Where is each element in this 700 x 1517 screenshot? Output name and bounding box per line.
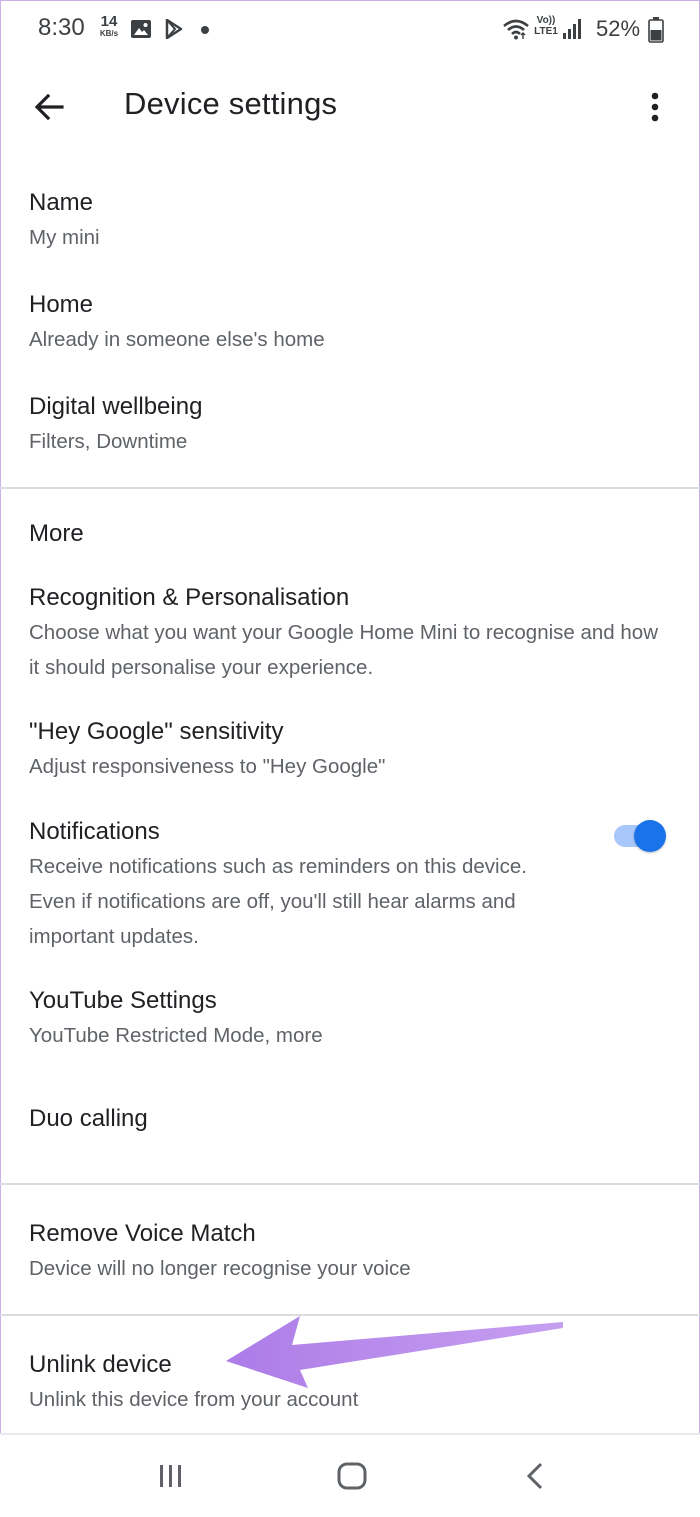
volte-label-top: Vo)): [536, 15, 556, 26]
gallery-icon: [131, 20, 151, 38]
setting-remove-voice-match-subtitle: Device will no longer recognise your voi…: [29, 1257, 411, 1280]
setting-duo-calling-title: Duo calling: [29, 1105, 148, 1132]
divider: [0, 1314, 700, 1316]
setting-digital-wellbeing[interactable]: Digital wellbeing Filters, Downtime: [29, 390, 671, 459]
setting-youtube-subtitle: YouTube Restricted Mode, more: [29, 1024, 323, 1047]
more-vert-icon: [651, 92, 659, 122]
setting-remove-voice-match-title: Remove Voice Match: [29, 1220, 256, 1247]
setting-name[interactable]: Name My mini: [29, 186, 671, 255]
setting-hey-google-sensitivity[interactable]: "Hey Google" sensitivity Adjust responsi…: [29, 715, 671, 784]
nav-back-button[interactable]: [505, 1455, 565, 1497]
setting-recognition-subtitle: Choose what you want your Google Home Mi…: [29, 621, 659, 679]
signal-icon: [563, 19, 581, 39]
status-bar: 8:30 14 KB/s Vo)) LTE1 52%: [0, 0, 700, 62]
setting-digital-wellbeing-subtitle: Filters, Downtime: [29, 430, 188, 453]
setting-hey-google-title: "Hey Google" sensitivity: [29, 718, 284, 745]
system-nav-bar: [0, 1433, 700, 1517]
setting-digital-wellbeing-title: Digital wellbeing: [29, 393, 203, 420]
recents-icon: [160, 1465, 181, 1487]
divider: [0, 487, 700, 489]
setting-notifications-title: Notifications: [29, 818, 160, 845]
setting-name-title: Name: [29, 189, 94, 216]
page-title: Device settings: [124, 86, 338, 121]
battery-icon: [648, 17, 664, 43]
notifications-toggle[interactable]: [612, 820, 668, 852]
notification-dot-icon: [201, 26, 209, 34]
setting-unlink-device[interactable]: Unlink device Unlink this device from yo…: [29, 1348, 671, 1417]
setting-notifications-subtitle: Receive notifications such as reminders …: [29, 855, 527, 948]
setting-youtube-title: YouTube Settings: [29, 987, 217, 1014]
setting-recognition-personalisation[interactable]: Recognition & Personalisation Choose wha…: [29, 581, 671, 685]
play-store-icon: [165, 19, 183, 39]
status-time: 8:30: [38, 14, 85, 41]
setting-youtube[interactable]: YouTube Settings YouTube Restricted Mode…: [29, 984, 671, 1053]
recents-button[interactable]: [141, 1455, 201, 1497]
setting-name-subtitle: My mini: [29, 226, 100, 249]
section-header-more: More: [29, 520, 84, 547]
setting-notifications[interactable]: Notifications Receive notifications such…: [29, 815, 560, 954]
nav-back-icon: [526, 1462, 543, 1490]
setting-unlink-device-title: Unlink device: [29, 1351, 172, 1378]
network-speed-unit: KB/s: [99, 29, 119, 38]
setting-duo-calling[interactable]: Duo calling: [29, 1102, 671, 1136]
arrow-left-icon: [34, 93, 64, 121]
notifications-toggle-thumb: [634, 820, 666, 852]
setting-home[interactable]: Home Already in someone else's home: [29, 288, 671, 357]
setting-remove-voice-match[interactable]: Remove Voice Match Device will no longer…: [29, 1217, 671, 1286]
setting-home-subtitle: Already in someone else's home: [29, 328, 325, 351]
home-button[interactable]: [322, 1455, 382, 1497]
home-icon: [337, 1462, 367, 1490]
battery-percent: 52%: [596, 16, 641, 41]
wifi-icon: [503, 19, 529, 40]
divider: [0, 1183, 700, 1185]
setting-recognition-title: Recognition & Personalisation: [29, 584, 350, 611]
network-speed-value: 14: [100, 13, 118, 30]
network-speed: 14 KB/s: [96, 14, 122, 38]
setting-unlink-device-subtitle: Unlink this device from your account: [29, 1388, 359, 1411]
volte-label-bottom: LTE1: [534, 26, 558, 37]
volte-label: Vo)) LTE1: [532, 16, 560, 37]
overflow-menu-button[interactable]: [632, 82, 678, 132]
app-bar: Device settings: [0, 62, 700, 150]
setting-hey-google-subtitle: Adjust responsiveness to "Hey Google": [29, 755, 386, 778]
setting-home-title: Home: [29, 291, 94, 318]
back-button[interactable]: [24, 82, 74, 132]
